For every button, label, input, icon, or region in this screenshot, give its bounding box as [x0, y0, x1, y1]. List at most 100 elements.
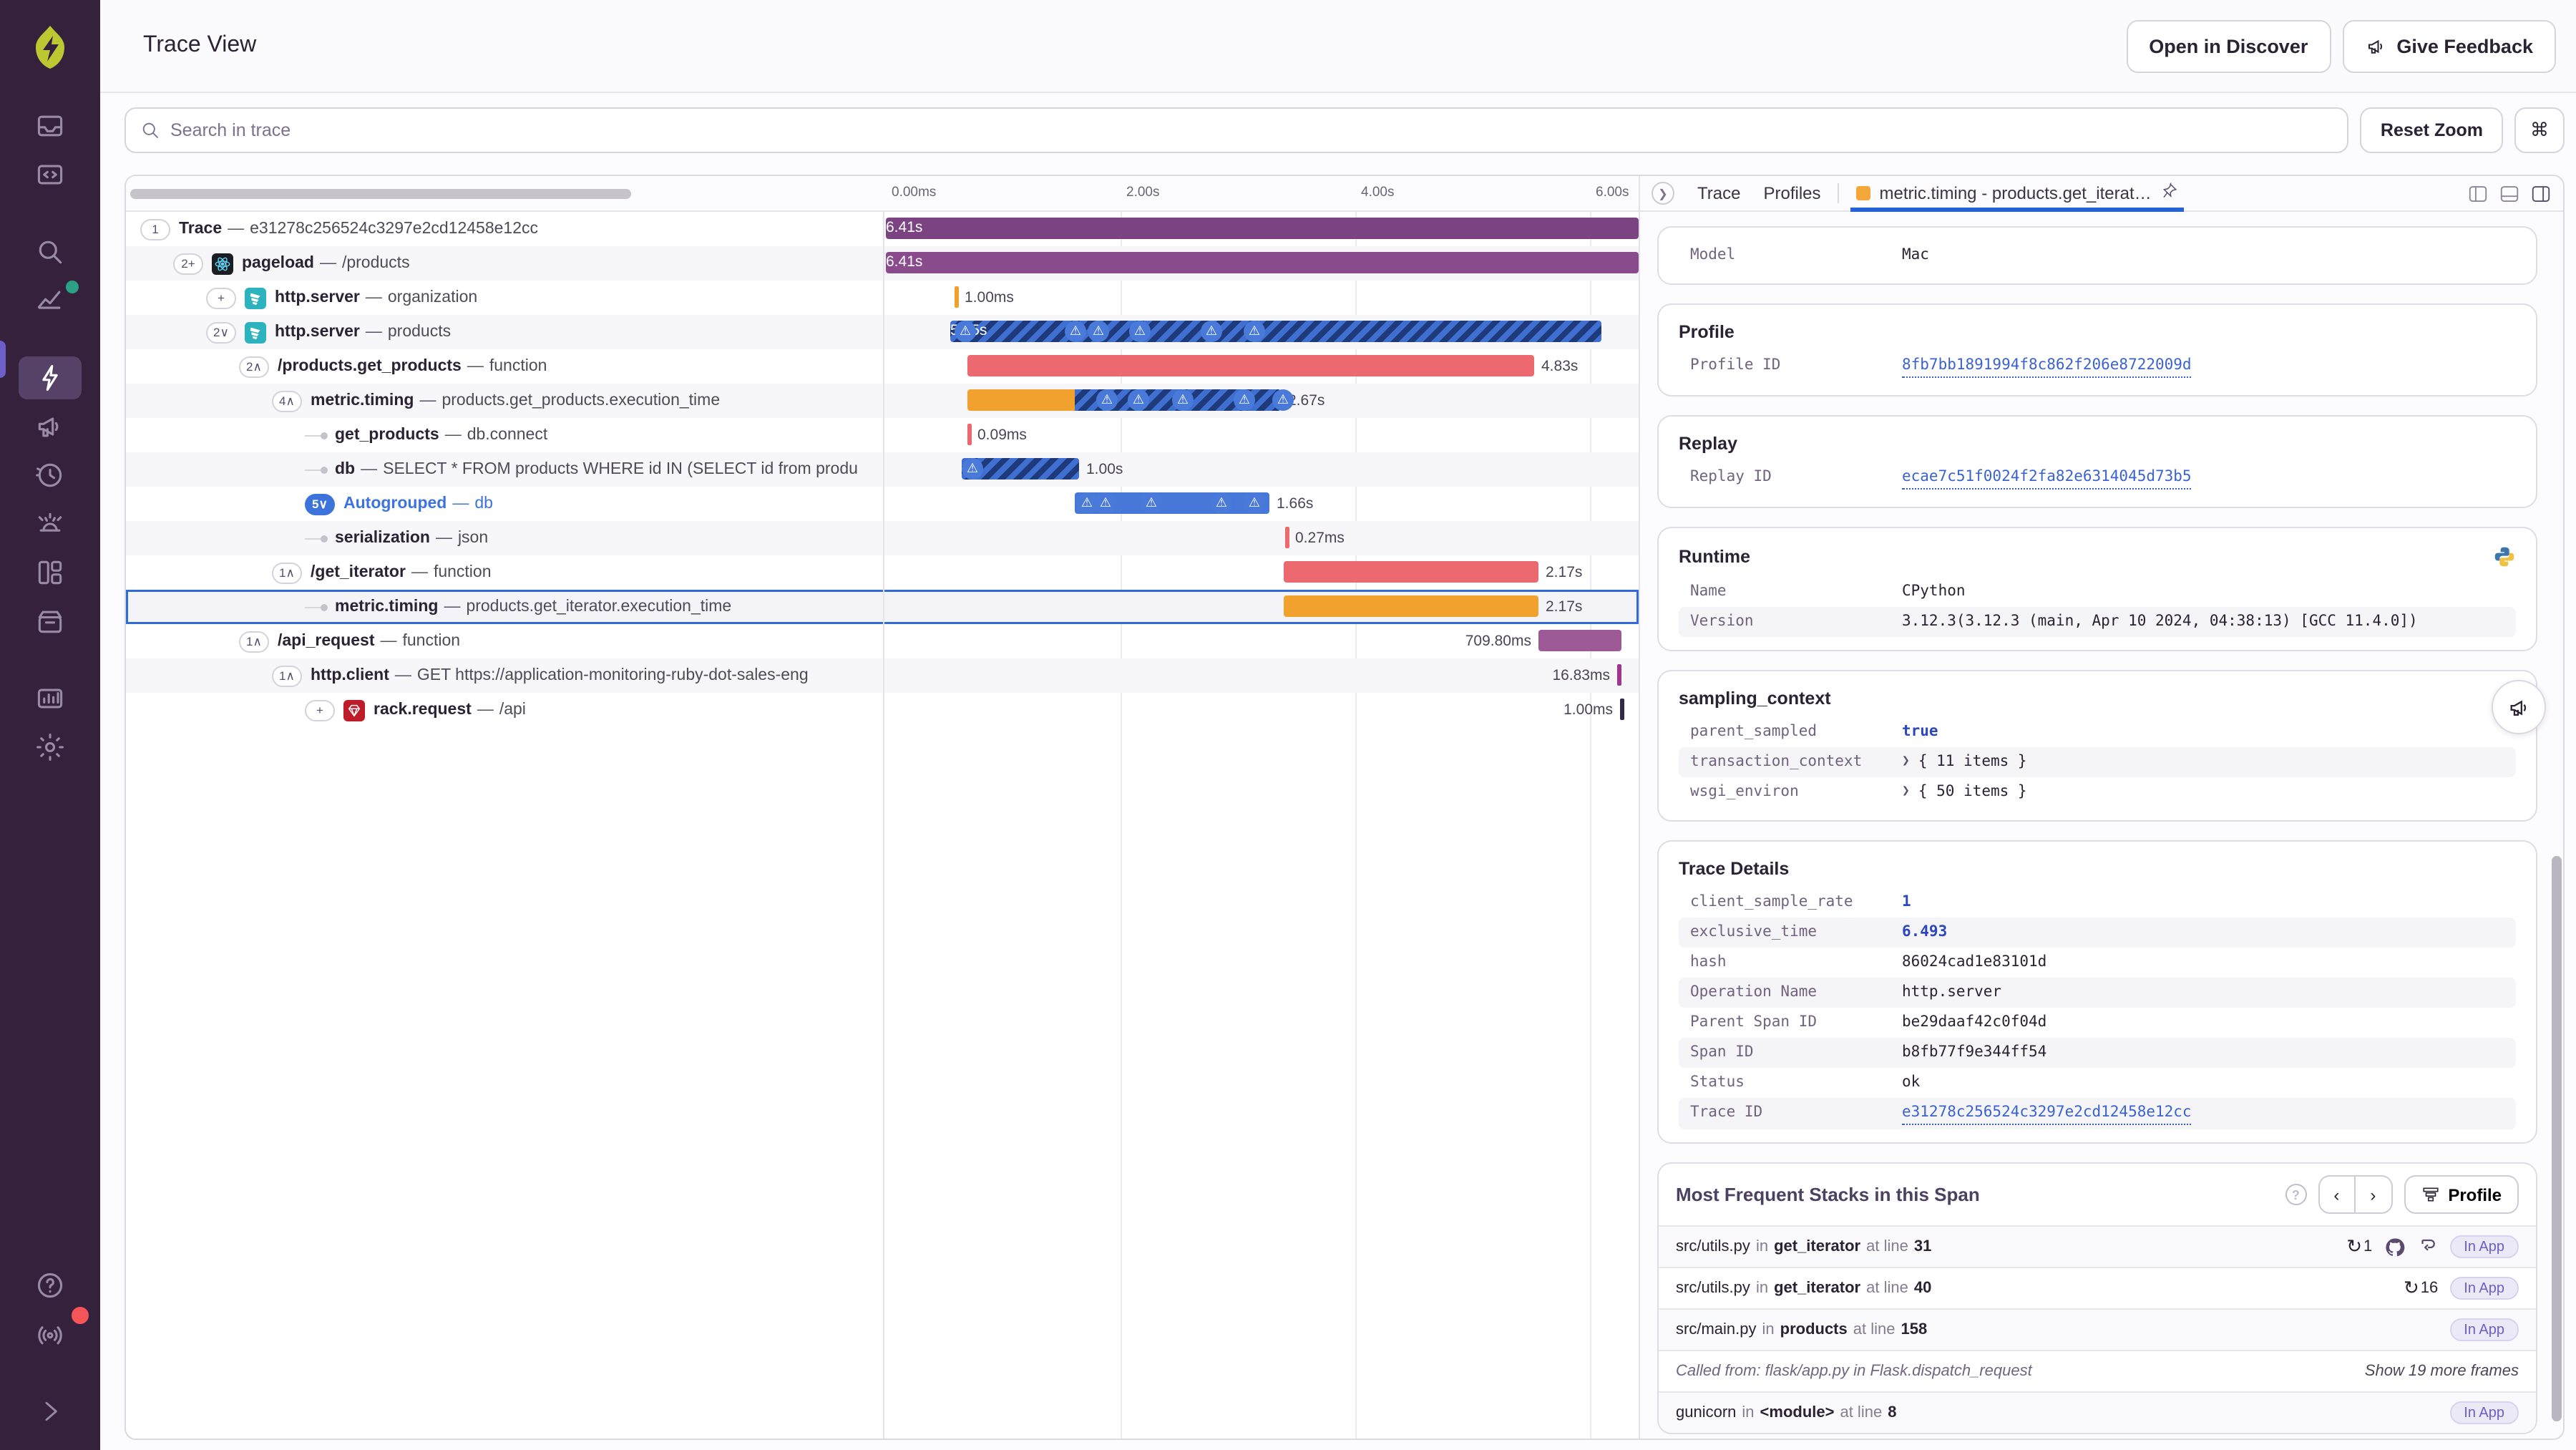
span-row[interactable]: + rack.request — /api 1.00ms: [126, 693, 1639, 727]
span-bar-cell[interactable]: 709.80ms: [883, 624, 1639, 658]
span-row[interactable]: serialization — json 0.27ms: [126, 521, 1639, 555]
span-bar-cell[interactable]: 1.00ms: [883, 693, 1639, 727]
error-warning-icon[interactable]: ⚠: [1095, 492, 1116, 514]
discover-icon[interactable]: [19, 600, 82, 643]
error-warning-icon[interactable]: ⚠: [1211, 492, 1232, 514]
in-app-badge[interactable]: In App: [2449, 1235, 2519, 1258]
sentry-logo[interactable]: [19, 16, 82, 79]
span-tree-cell[interactable]: 2∨ http.server — products: [126, 315, 883, 349]
error-warning-icon[interactable]: ⚠: [1234, 389, 1255, 411]
span-row[interactable]: 2∨ http.server — products ⚠⚠⚠⚠⚠⚠5.55s: [126, 315, 1639, 349]
span-tree-cell[interactable]: db — SELECT * FROM products WHERE id IN (S…: [126, 452, 883, 487]
layout-bottom-icon[interactable]: [2499, 183, 2520, 204]
stats-board-icon[interactable]: [19, 677, 82, 720]
megaphone-icon[interactable]: [19, 405, 82, 448]
span-tree-cell[interactable]: 2∧ /products.get_products — function: [126, 349, 883, 384]
performance-icon[interactable]: [19, 356, 82, 399]
projects-icon[interactable]: [19, 153, 82, 196]
profile-button[interactable]: Profile: [2404, 1175, 2519, 1214]
span-children-badge[interactable]: 2+: [173, 253, 203, 274]
kv-value[interactable]: ecae7c51f0024f2fa82e6314045d73b5: [1902, 467, 2192, 490]
help-icon[interactable]: [19, 1264, 82, 1307]
shortcut-button[interactable]: ⌘: [2514, 107, 2565, 153]
span-row[interactable]: 1∧ /get_iterator — function 2.17s: [126, 555, 1639, 590]
span-bar-cell[interactable]: 2.17s: [883, 590, 1639, 624]
kv-value[interactable]: e31278c256524c3297e2cd12458e12cc: [1902, 1102, 2192, 1125]
error-warning-icon[interactable]: ⚠: [962, 458, 983, 480]
in-app-badge[interactable]: In App: [2449, 1318, 2519, 1341]
error-warning-icon[interactable]: ⚠: [1244, 492, 1265, 514]
span-children-badge[interactable]: +: [305, 699, 335, 721]
span-duration-bar[interactable]: 6.41s: [886, 218, 1639, 239]
stack-frame-row[interactable]: src/utils.py in get_iterator at line 31 ↻ 1 In …: [1659, 1225, 2536, 1267]
span-duration-bar[interactable]: ⚠ ⚠ ⚠ ⚠ ⚠: [967, 389, 1294, 411]
pin-icon[interactable]: [2160, 182, 2179, 205]
error-warning-icon[interactable]: ⚠: [1201, 321, 1222, 342]
span-tree-cell[interactable]: 1∧ /api_request — function: [126, 624, 883, 658]
dashboards-icon[interactable]: [19, 551, 82, 594]
error-warning-icon[interactable]: ⚠: [1172, 389, 1194, 411]
span-bar-cell[interactable]: 0.27ms: [883, 521, 1639, 555]
collapse-sidebar-icon[interactable]: [19, 1390, 82, 1433]
stats-icon[interactable]: [19, 279, 82, 322]
span-duration-bar[interactable]: [1538, 630, 1621, 651]
issues-icon[interactable]: [19, 104, 82, 147]
span-row[interactable]: 2+ pageload — /products 6.41s: [126, 246, 1639, 281]
stack-frame-row[interactable]: src/utils.py in get_iterator at line 40 ↻ 16 In…: [1659, 1267, 2536, 1308]
span-bar-cell[interactable]: ⚠ 1.00s: [883, 452, 1639, 487]
pane-divider[interactable]: [883, 176, 884, 1439]
search-icon[interactable]: [19, 230, 82, 273]
span-bar-cell[interactable]: 4.83s: [883, 349, 1639, 384]
span-bar-cell[interactable]: ⚠ ⚠ ⚠ ⚠ ⚠ 2.67s: [883, 384, 1639, 418]
in-app-badge[interactable]: In App: [2449, 1401, 2519, 1424]
span-children-badge[interactable]: 4∧: [272, 390, 302, 412]
stack-frame-row[interactable]: Called from: flask/app.py in Flask.dispa…: [1659, 1350, 2536, 1391]
broadcast-icon[interactable]: [19, 1307, 89, 1356]
span-children-badge[interactable]: 5∨: [305, 493, 335, 515]
scrollbar-thumb[interactable]: [2552, 856, 2562, 1421]
span-children-badge[interactable]: 1: [140, 218, 170, 240]
span-row[interactable]: 1 Trace — e31278c256524c3297e2cd12458e12cc 6…: [126, 212, 1639, 246]
span-tree-cell[interactable]: 1∧ http.client — GET https://application-mo…: [126, 658, 883, 693]
span-row[interactable]: metric.timing — products.get_iterator.exec…: [126, 590, 1639, 624]
span-row[interactable]: 5∨ Autogrouped — db ⚠ ⚠ ⚠ ⚠ ⚠ 1.66s: [126, 487, 1639, 521]
expand-chevron-icon[interactable]: ❯: [1902, 751, 1910, 773]
span-row[interactable]: 1∧ http.client — GET https://application-mo…: [126, 658, 1639, 693]
repository-link-icon[interactable]: [2416, 1236, 2438, 1257]
scrollbar-track[interactable]: [2552, 219, 2562, 1431]
span-children-badge[interactable]: 1∧: [272, 562, 302, 583]
stack-frame-row[interactable]: gunicorn in <module> at line 8 In App: [1659, 1391, 2536, 1433]
span-tree-cell[interactable]: get_products — db.connect: [126, 418, 883, 452]
span-tree-cell[interactable]: + http.server — organization: [126, 281, 883, 315]
span-tree-cell[interactable]: 5∨ Autogrouped — db: [126, 487, 883, 521]
error-warning-icon[interactable]: ⚠: [1128, 389, 1149, 411]
span-bar-cell[interactable]: ⚠ ⚠ ⚠ ⚠ ⚠ 1.66s: [883, 487, 1639, 521]
span-tree-cell[interactable]: + rack.request — /api: [126, 693, 883, 727]
error-warning-icon[interactable]: ⚠: [1096, 389, 1118, 411]
span-row[interactable]: db — SELECT * FROM products WHERE id IN (S…: [126, 452, 1639, 487]
span-duration-bar[interactable]: ⚠: [962, 458, 1079, 480]
span-row[interactable]: + http.server — organization 1.00ms: [126, 281, 1639, 315]
span-row[interactable]: 1∧ /api_request — function 709.80ms: [126, 624, 1639, 658]
span-row[interactable]: 4∧ metric.timing — products.get_products.ex…: [126, 384, 1639, 418]
span-duration-bar[interactable]: [1284, 595, 1538, 617]
span-tree-cell[interactable]: serialization — json: [126, 521, 883, 555]
layout-right-icon[interactable]: [2530, 183, 2552, 204]
span-bar-cell[interactable]: 0.09ms: [883, 418, 1639, 452]
span-children-badge[interactable]: +: [206, 287, 236, 308]
minimap-scrollbar[interactable]: [130, 189, 631, 199]
error-warning-icon[interactable]: ⚠: [1141, 492, 1162, 514]
tab-profiles[interactable]: Profiles: [1752, 183, 1832, 203]
search-input[interactable]: [170, 120, 2333, 140]
reset-zoom-button[interactable]: Reset Zoom: [2360, 107, 2503, 153]
error-warning-icon[interactable]: ⚠: [955, 321, 976, 342]
span-tree-cell[interactable]: metric.timing — products.get_iterator.exec…: [126, 590, 883, 624]
span-bar-cell[interactable]: 1.00ms: [883, 281, 1639, 315]
span-bar-cell[interactable]: 2.17s: [883, 555, 1639, 590]
show-more-frames-link[interactable]: Show 19 more frames: [2365, 1363, 2519, 1380]
settings-gear-icon[interactable]: [19, 726, 82, 769]
span-bar-cell[interactable]: 6.41s: [883, 246, 1639, 281]
span-tree-cell[interactable]: 2+ pageload — /products: [126, 246, 883, 281]
span-children-badge[interactable]: 1∧: [239, 631, 269, 652]
give-feedback-button[interactable]: Give Feedback: [2342, 19, 2556, 72]
